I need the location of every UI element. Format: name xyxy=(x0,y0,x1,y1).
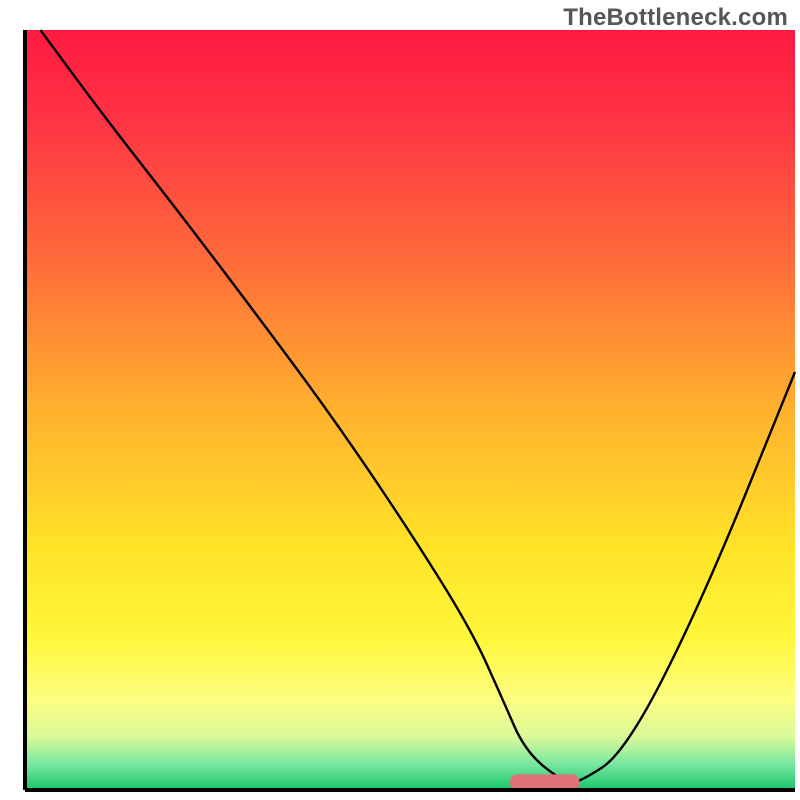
chart-svg xyxy=(0,0,800,800)
watermark-text: TheBottleneck.com xyxy=(563,4,788,32)
plot-background xyxy=(25,30,795,790)
